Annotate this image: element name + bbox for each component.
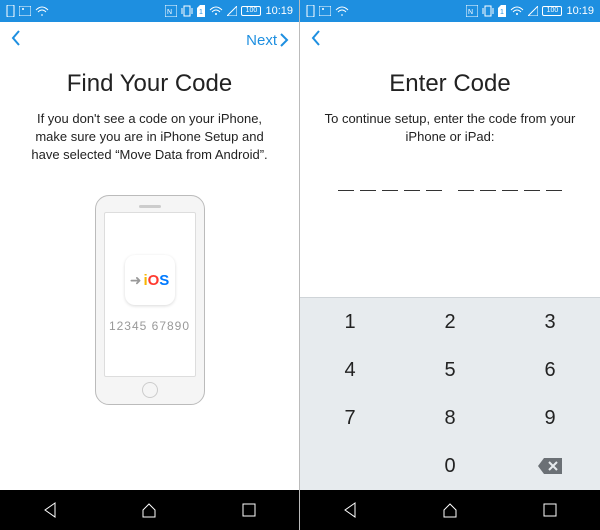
image-icon — [19, 6, 31, 16]
key-7[interactable]: 7 — [300, 394, 400, 442]
key-2[interactable]: 2 — [400, 298, 500, 346]
signal-icon — [528, 6, 538, 16]
key-8[interactable]: 8 — [400, 394, 500, 442]
phone-icon — [306, 5, 315, 17]
page-subtitle: If you don't see a code on your iPhone, … — [22, 110, 277, 165]
key-6[interactable]: 6 — [500, 346, 600, 394]
ios-app-icon: ➜ iOS — [125, 255, 175, 305]
android-nav-bar — [300, 490, 600, 530]
key-blank — [300, 442, 400, 490]
nav-bar: Next — [0, 22, 299, 58]
key-5[interactable]: 5 — [400, 346, 500, 394]
sample-code: 12345 67890 — [109, 319, 190, 333]
android-nav-bar — [0, 490, 299, 530]
battery-icon: 100 — [542, 6, 562, 16]
status-bar: N 1 100 10:19 — [0, 0, 299, 22]
page-title: Find Your Code — [67, 70, 232, 98]
vibrate-icon — [181, 5, 193, 17]
phone-icon — [6, 5, 15, 17]
sim-icon: 1 — [498, 5, 506, 17]
home-nav-icon[interactable] — [140, 501, 158, 519]
next-button[interactable]: Next — [246, 32, 289, 49]
code-input[interactable] — [338, 190, 562, 191]
phone-illustration: ➜ iOS 12345 67890 — [95, 195, 205, 405]
wifi-icon — [335, 6, 349, 16]
numeric-keypad: 1 2 3 4 5 6 7 8 9 0 — [300, 297, 600, 490]
wifi-icon-2 — [209, 6, 223, 16]
svg-text:1: 1 — [500, 9, 504, 16]
wifi-icon-2 — [510, 6, 524, 16]
backspace-icon — [537, 457, 563, 475]
page-subtitle: To continue setup, enter the code from y… — [322, 110, 578, 146]
nav-bar — [300, 22, 600, 58]
back-button[interactable] — [10, 29, 22, 51]
image-icon — [319, 6, 331, 16]
page-title: Enter Code — [389, 70, 510, 98]
clock: 10:19 — [265, 5, 293, 17]
recent-nav-icon[interactable] — [541, 501, 559, 519]
home-nav-icon[interactable] — [441, 501, 459, 519]
arrow-icon: ➜ — [130, 272, 142, 289]
wifi-icon — [35, 6, 49, 16]
signal-icon — [227, 6, 237, 16]
home-button-icon — [142, 382, 158, 398]
back-nav-icon[interactable] — [41, 501, 59, 519]
status-bar: N 1 100 10:19 — [300, 0, 600, 22]
nfc-icon: N — [165, 5, 177, 17]
key-4[interactable]: 4 — [300, 346, 400, 394]
vibrate-icon — [482, 5, 494, 17]
backspace-key[interactable] — [500, 442, 600, 490]
svg-text:N: N — [468, 9, 473, 16]
find-code-screen: N 1 100 10:19 Next Find Your Code If you… — [0, 0, 300, 530]
battery-icon: 100 — [241, 6, 261, 16]
sim-icon: 1 — [197, 5, 205, 17]
svg-text:1: 1 — [199, 9, 203, 16]
clock: 10:19 — [566, 5, 594, 17]
enter-code-screen: N 1 100 10:19 Enter Code To continue set… — [300, 0, 600, 530]
svg-text:N: N — [167, 9, 172, 16]
recent-nav-icon[interactable] — [240, 501, 258, 519]
next-label: Next — [246, 32, 277, 49]
back-button[interactable] — [310, 29, 322, 51]
key-9[interactable]: 9 — [500, 394, 600, 442]
back-nav-icon[interactable] — [341, 501, 359, 519]
nfc-icon: N — [466, 5, 478, 17]
key-1[interactable]: 1 — [300, 298, 400, 346]
key-3[interactable]: 3 — [500, 298, 600, 346]
key-0[interactable]: 0 — [400, 442, 500, 490]
